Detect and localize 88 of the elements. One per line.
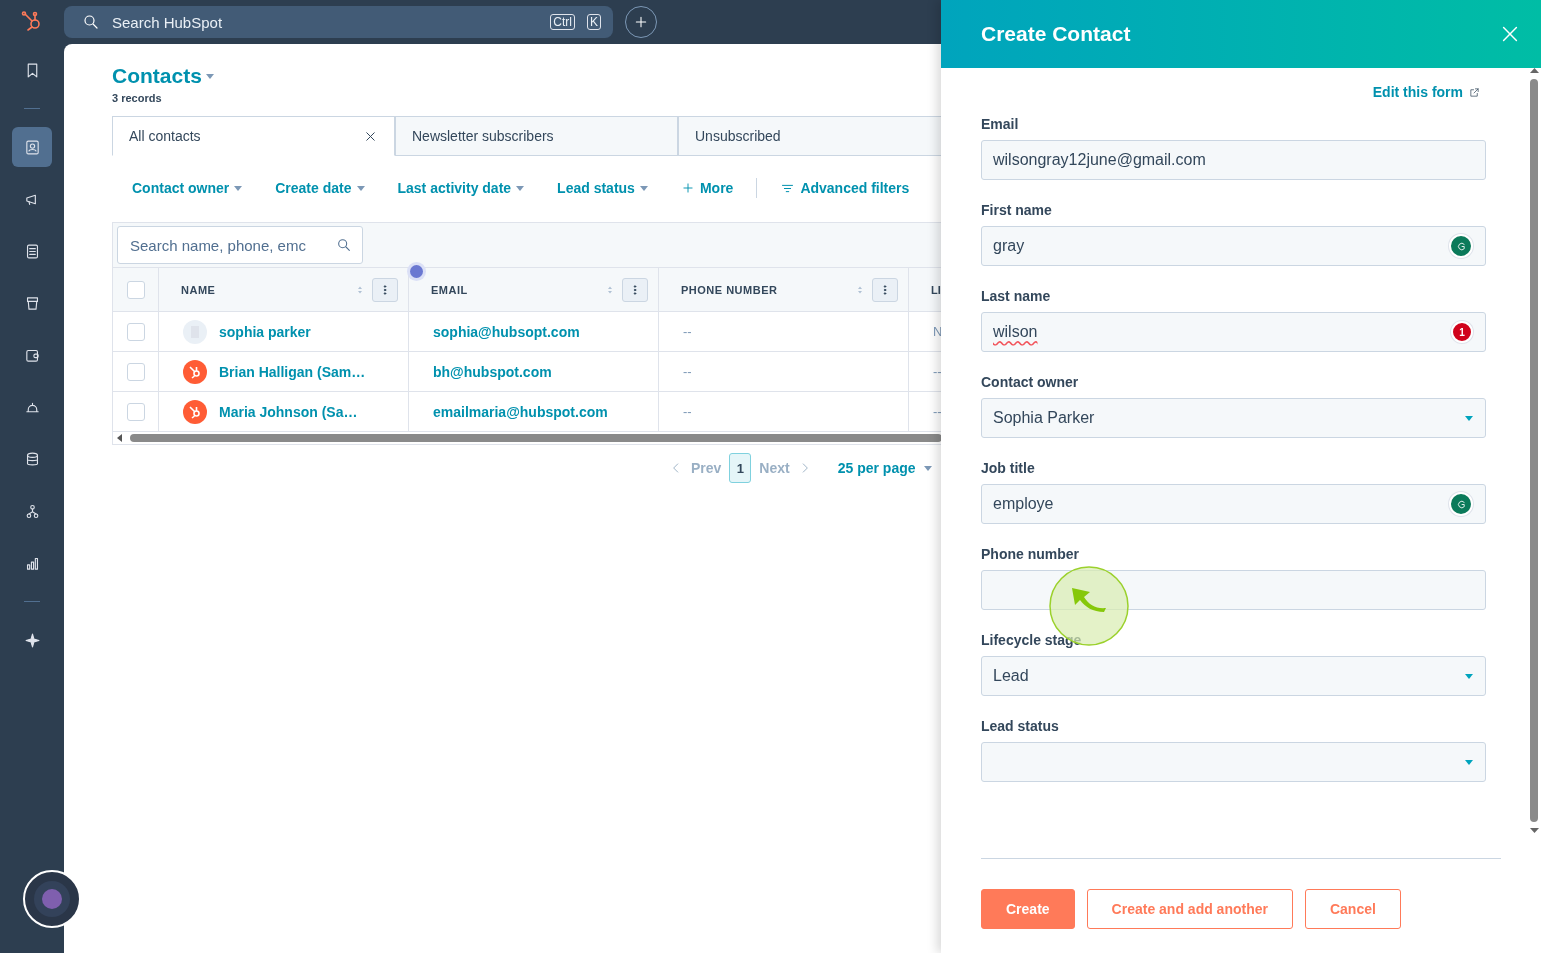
table-cell: N	[933, 324, 943, 339]
scroll-down-icon	[1529, 828, 1539, 833]
external-link-icon	[1469, 86, 1480, 98]
email-link[interactable]: bh@hubspot.com	[433, 363, 552, 380]
edit-form-link[interactable]: Edit this form	[1372, 84, 1463, 100]
panel-title: Create Contact	[981, 22, 1131, 46]
company-avatar-icon	[183, 319, 207, 344]
column-menu-button[interactable]	[622, 277, 648, 302]
row-checkbox[interactable]	[127, 362, 145, 381]
hotspot-dot-icon	[410, 265, 423, 278]
contact-name-link[interactable]: Brian Halligan (Sam…	[219, 363, 366, 380]
table-cell: --	[683, 364, 692, 379]
column-header[interactable]: PHONE NUMBER	[659, 267, 909, 311]
select-field[interactable]	[981, 742, 1486, 782]
sprocket-avatar-icon	[183, 399, 207, 424]
caret-icon	[205, 73, 214, 79]
input-field[interactable]: gray	[981, 226, 1486, 266]
secondary-button[interactable]: Create and add another	[1086, 889, 1293, 929]
caret-icon	[1465, 673, 1473, 679]
select-field[interactable]: Sophia Parker	[981, 398, 1486, 438]
page-title[interactable]: Contacts	[112, 64, 202, 88]
input-field[interactable]: wilsongray12june@gmail.com	[981, 140, 1486, 180]
search-input[interactable]: Search HubSpot	[110, 12, 539, 32]
grammar-check-icon[interactable]	[1449, 492, 1473, 516]
input-field[interactable]: employe	[981, 484, 1486, 524]
shortcut-key: K	[587, 14, 601, 30]
email-link[interactable]: emailmaria@hubspot.com	[433, 403, 608, 420]
plus-icon	[680, 181, 695, 195]
advanced-filters-button[interactable]: Advanced filters	[780, 180, 910, 196]
table-search-field[interactable]: Search name, phone, emc	[117, 226, 363, 264]
field-label: Phone number	[981, 546, 1080, 562]
field-label: Email	[981, 116, 1020, 132]
secondary-button[interactable]: Cancel	[1304, 889, 1401, 929]
filter-dropdown[interactable]: Lead status	[557, 180, 648, 196]
caret-icon	[639, 185, 648, 191]
filter-dropdown[interactable]: Create date	[275, 180, 365, 196]
contact-card-icon	[23, 138, 41, 156]
vertical-scrollbar[interactable]	[1530, 79, 1538, 822]
view-tab[interactable]: Newsletter subscribers	[395, 116, 678, 156]
caret-icon	[1465, 415, 1473, 421]
caret-icon	[356, 185, 365, 191]
field-label: Lead status	[981, 718, 1060, 734]
table-cell: --	[933, 364, 942, 379]
field-label: First name	[981, 202, 1053, 218]
select-all-checkbox[interactable]	[127, 280, 145, 299]
column-header[interactable]: NAME	[159, 267, 409, 311]
contact-name-link[interactable]: Maria Johnson (Sa…	[219, 403, 358, 420]
email-link[interactable]: sophia@hubsopt.com	[433, 323, 580, 340]
table-cell: --	[683, 324, 692, 339]
view-tab[interactable]: All contacts	[112, 116, 395, 156]
table-cell: --	[933, 404, 942, 419]
caret-icon	[516, 185, 525, 191]
record-count: 3 records	[112, 92, 162, 104]
column-menu-button[interactable]	[372, 277, 398, 302]
row-checkbox[interactable]	[127, 322, 145, 341]
sprocket-avatar-icon	[183, 359, 207, 384]
table-cell: --	[683, 404, 692, 419]
column-header[interactable]: LI	[931, 283, 941, 296]
per-page-dropdown[interactable]: 25 per page	[837, 460, 932, 476]
filter-dropdown[interactable]: Contact owner	[132, 180, 243, 196]
field-label: Last name	[981, 288, 1052, 304]
field-label: Job title	[981, 460, 1036, 476]
grammar-check-icon[interactable]	[1449, 234, 1473, 258]
search-icon	[82, 13, 100, 31]
caret-icon	[923, 465, 932, 471]
row-checkbox[interactable]	[127, 402, 145, 421]
page-number-button[interactable]: 1	[729, 453, 752, 483]
filter-dropdown[interactable]: Last activity date	[397, 180, 525, 196]
input-field[interactable]: wilson 1	[981, 312, 1486, 352]
sparkle-icon	[23, 631, 41, 649]
global-search-field[interactable]: Search HubSpot Ctrl K	[64, 6, 613, 38]
shortcut-key: Ctrl	[550, 14, 575, 30]
more-filters-button[interactable]: More	[680, 180, 734, 196]
scroll-left-icon	[117, 434, 122, 442]
search-icon	[336, 237, 352, 253]
horizontal-scrollbar[interactable]	[130, 434, 942, 442]
select-field[interactable]: Lead	[981, 656, 1486, 696]
caret-icon	[1465, 759, 1473, 765]
issue-count-badge[interactable]: 1	[1451, 321, 1473, 343]
column-header[interactable]: EMAIL	[409, 267, 659, 311]
column-menu-button[interactable]	[872, 277, 898, 302]
contact-name-link[interactable]: sophia parker	[219, 323, 311, 340]
view-tab[interactable]: Unsubscribed	[678, 116, 941, 156]
plus-icon	[633, 14, 649, 30]
caret-icon	[234, 185, 243, 191]
field-label: Contact owner	[981, 374, 1080, 390]
sidebar-item[interactable]	[12, 127, 52, 167]
create-button[interactable]: Create	[981, 889, 1075, 929]
